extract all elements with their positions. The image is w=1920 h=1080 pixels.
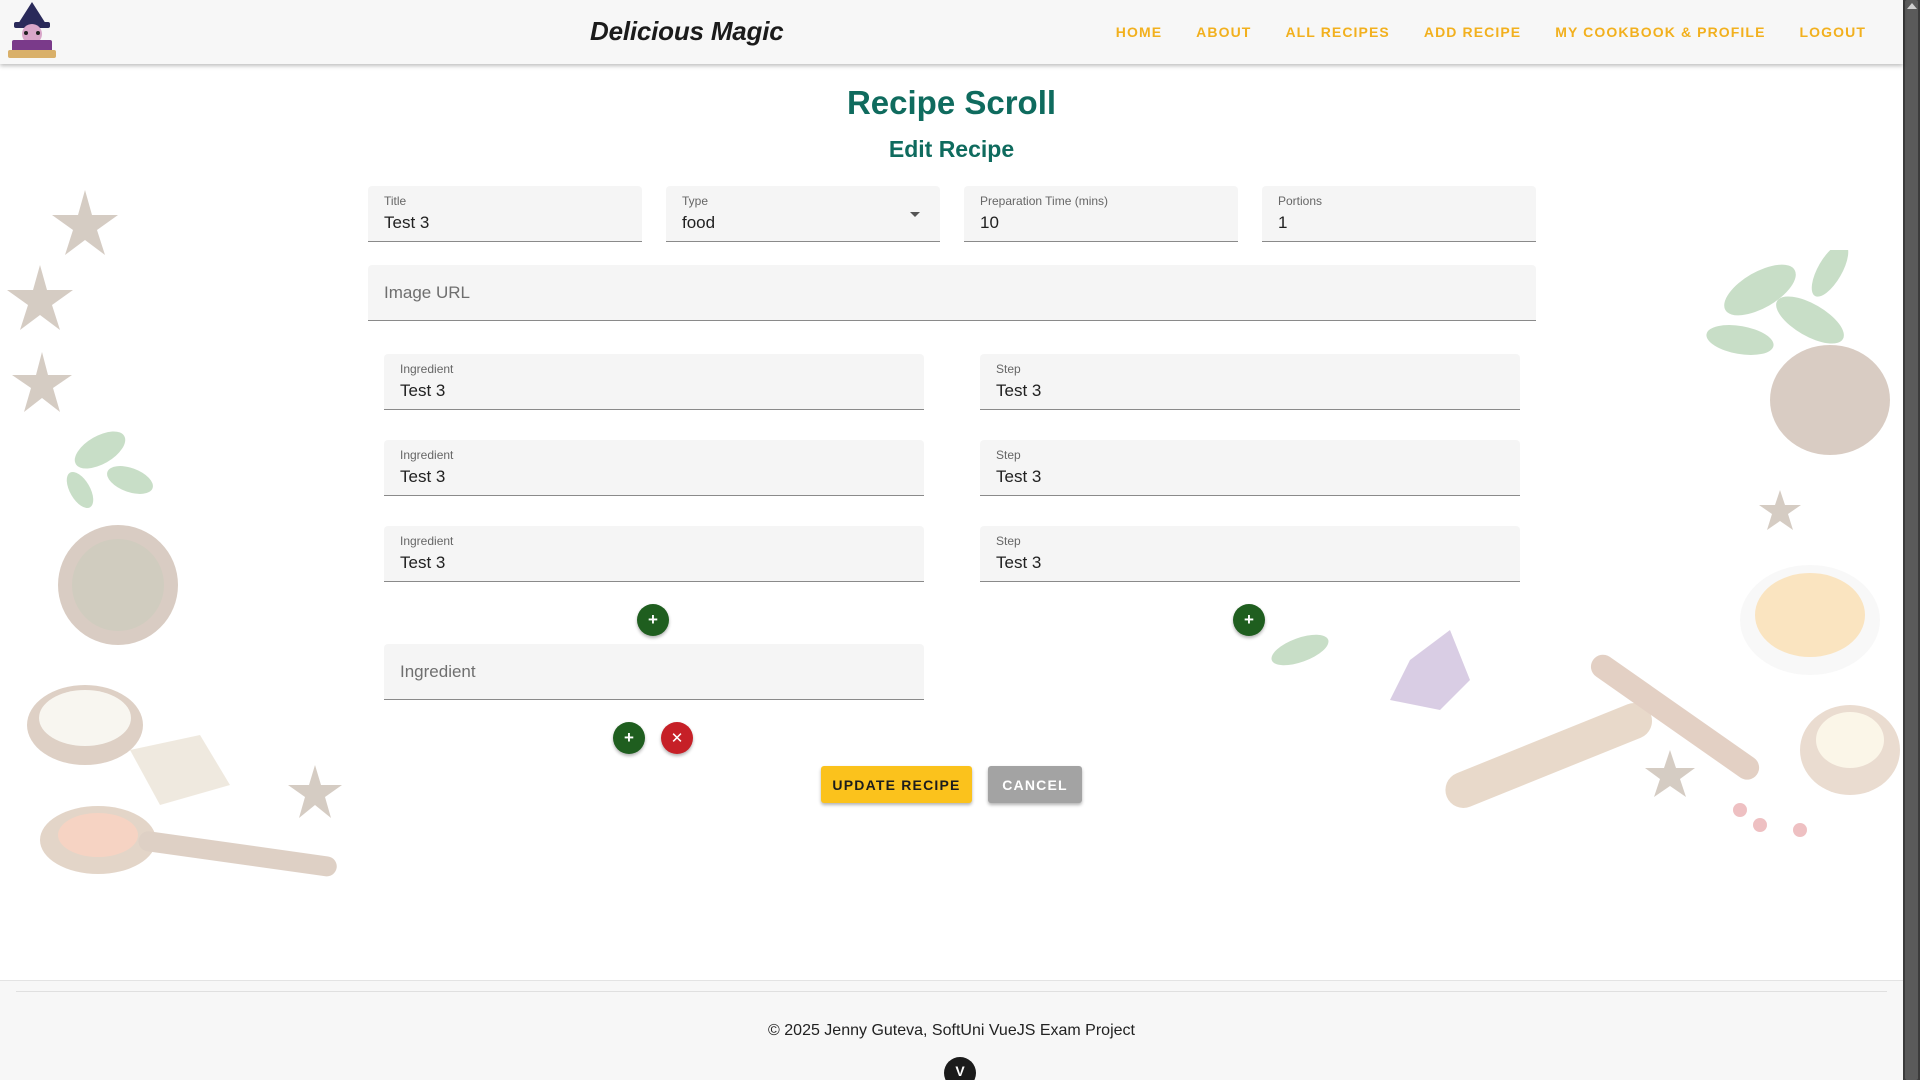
ingredient-label: Ingredient [400, 534, 454, 548]
nav-logout-link[interactable]: LOGOUT [1783, 24, 1883, 40]
top-navbar: Delicious Magic HOME ABOUT ALL RECIPES A… [0, 0, 1903, 64]
ingredient-value[interactable]: Test 3 [400, 381, 900, 401]
brand-title[interactable]: Delicious Magic [590, 16, 784, 47]
prep-time-field-value[interactable]: 10 [980, 213, 1214, 233]
step-field[interactable]: Step Test 3 [980, 354, 1520, 410]
step-value[interactable]: Test 3 [996, 467, 1496, 487]
vuetify-badge-icon[interactable]: V [944, 1057, 976, 1080]
type-select[interactable]: Type food [666, 186, 940, 242]
ingredient-field[interactable]: Ingredient Test 3 [384, 440, 924, 496]
nav-home-link[interactable]: HOME [1099, 24, 1179, 40]
prep-time-field-label: Preparation Time (mins) [980, 194, 1109, 208]
page-title: Recipe Scroll [846, 84, 1057, 121]
nav-my-cookbook-link[interactable]: MY COOKBOOK & PROFILE [1538, 24, 1782, 40]
step-label: Step [996, 534, 1021, 548]
cancel-button[interactable]: Cancel [988, 766, 1082, 803]
main-nav: HOME ABOUT ALL RECIPES ADD RECIPE MY COO… [1099, 0, 1883, 64]
spices-decoration-left [7, 190, 342, 877]
page: Delicious Magic HOME ABOUT ALL RECIPES A… [0, 0, 1903, 1080]
step-value[interactable]: Test 3 [996, 381, 1496, 401]
ingredient-value[interactable]: Test 3 [400, 467, 900, 487]
vertical-scrollbar[interactable] [1903, 0, 1920, 1080]
footer: © 2025 Jenny Guteva, SoftUni VueJS Exam … [0, 980, 1903, 1080]
form-subtitle: Edit Recipe [888, 136, 1015, 162]
nav-about-link[interactable]: ABOUT [1179, 24, 1268, 40]
footer-divider [16, 991, 1887, 992]
type-select-label: Type [682, 194, 709, 208]
footer-copyright: © 2025 Jenny Guteva, SoftUni VueJS Exam … [768, 1022, 1135, 1039]
confirm-ingredient-button[interactable]: + [613, 722, 645, 754]
title-field[interactable]: Title Test 3 [368, 186, 642, 242]
portions-field-label: Portions [1278, 194, 1323, 208]
wizard-cookbook-logo[interactable] [2, 0, 62, 62]
scrollbar-thumb[interactable] [1905, 0, 1918, 1080]
update-recipe-button[interactable]: Update Recipe [821, 766, 972, 803]
portions-field[interactable]: Portions 1 [1262, 186, 1536, 242]
step-label: Step [996, 448, 1021, 462]
new-ingredient-placeholder[interactable]: Ingredient [400, 662, 476, 682]
nav-all-recipes-link[interactable]: ALL RECIPES [1268, 24, 1406, 40]
add-step-button[interactable]: + [1233, 604, 1265, 636]
title-field-value[interactable]: Test 3 [384, 213, 618, 233]
type-select-value[interactable]: food [682, 213, 916, 233]
ingredient-value[interactable]: Test 3 [400, 553, 900, 573]
scroll-up-arrow-icon[interactable] [1907, 3, 1917, 9]
ingredient-field[interactable]: Ingredient Test 3 [384, 354, 924, 410]
new-ingredient-field[interactable]: Ingredient [384, 644, 924, 700]
ingredient-field[interactable]: Ingredient Test 3 [384, 526, 924, 582]
image-url-placeholder[interactable]: Image URL [384, 283, 470, 303]
add-ingredient-button[interactable]: + [637, 604, 669, 636]
image-url-field[interactable]: Image URL [368, 265, 1536, 321]
ingredient-label: Ingredient [400, 448, 454, 462]
step-value[interactable]: Test 3 [996, 553, 1496, 573]
step-field[interactable]: Step Test 3 [980, 440, 1520, 496]
dropdown-arrow-icon[interactable] [910, 212, 920, 217]
prep-time-field[interactable]: Preparation Time (mins) 10 [964, 186, 1238, 242]
nav-add-recipe-link[interactable]: ADD RECIPE [1407, 24, 1538, 40]
step-label: Step [996, 362, 1021, 376]
step-field[interactable]: Step Test 3 [980, 526, 1520, 582]
ingredient-label: Ingredient [400, 362, 454, 376]
portions-field-value[interactable]: 1 [1278, 213, 1512, 233]
title-field-label: Title [384, 194, 407, 208]
remove-ingredient-button[interactable]: ✕ [661, 722, 693, 754]
